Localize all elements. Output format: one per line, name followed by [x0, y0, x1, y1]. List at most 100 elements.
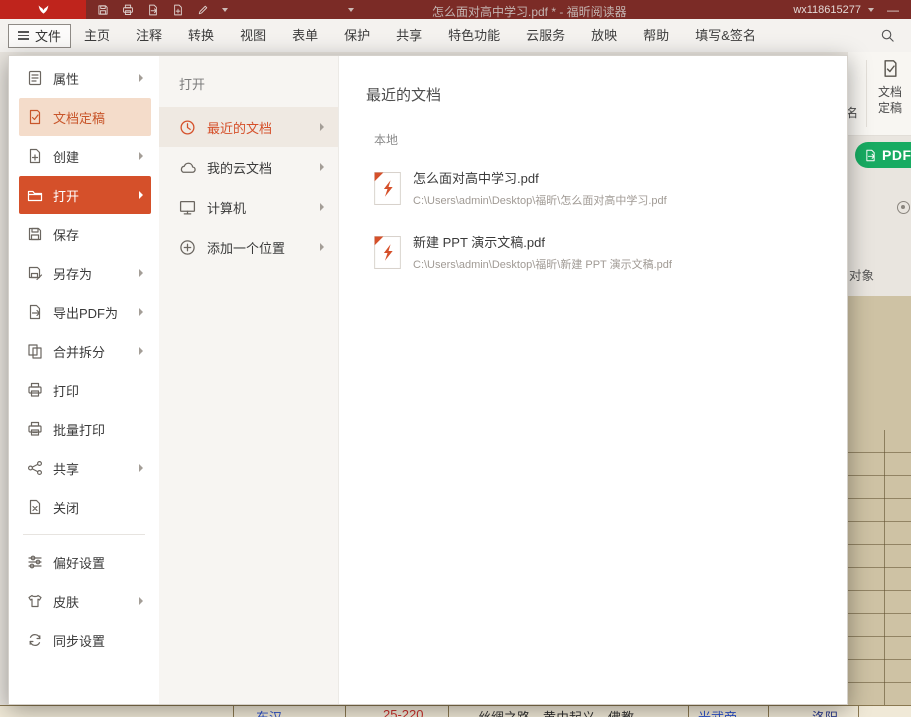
file-menu-item-close[interactable]: 关闭 — [19, 488, 151, 526]
file-menu-item-finalize[interactable]: 文档定稿 — [19, 98, 151, 136]
item-label: 保存 — [53, 225, 79, 244]
open-item-recent-documents[interactable]: 最近的文档 — [159, 107, 338, 147]
file-menu-item-properties[interactable]: 属性 — [19, 59, 151, 97]
item-label: 皮肤 — [53, 592, 79, 611]
file-menu-item-open[interactable]: 打开 — [19, 176, 151, 214]
document-table-vline — [884, 430, 885, 705]
file-menu-item-save-as[interactable]: 另存为 — [19, 254, 151, 292]
quick-access-toolbar — [97, 4, 228, 16]
document-table-lines — [848, 430, 911, 705]
file-menu-item-print[interactable]: 打印 — [19, 371, 151, 409]
recent-panel-title: 最近的文档 — [366, 84, 847, 105]
recent-documents-panel: 最近的文档 本地 怎么面对高中学习.pdf C:\Users\admin\Des… — [339, 56, 847, 704]
create-doc-icon[interactable] — [172, 4, 184, 16]
plus-circle-icon — [179, 239, 196, 256]
folder-open-icon — [27, 187, 43, 203]
export-icon[interactable] — [147, 4, 159, 16]
pdf-file-icon — [374, 236, 401, 269]
tab-cloud-service[interactable]: 云服务 — [513, 19, 578, 52]
tab-features[interactable]: 特色功能 — [435, 19, 513, 52]
tab-help[interactable]: 帮助 — [630, 19, 682, 52]
recent-file-row[interactable]: 新建 PPT 演示文稿.pdf C:\Users\admin\Desktop\福… — [366, 226, 847, 278]
chevron-right-icon — [320, 123, 324, 131]
search-icon[interactable] — [880, 28, 895, 43]
doc-plus-icon — [27, 148, 43, 164]
printer-icon — [27, 382, 43, 398]
item-label: 另存为 — [53, 264, 92, 283]
minimize-button[interactable]: — — [881, 3, 905, 17]
file-menu-item-create[interactable]: 创建 — [19, 137, 151, 175]
table-cell-events: 丝绸之路、黄巾起义、佛教 — [478, 707, 634, 717]
sliders-icon — [27, 554, 43, 570]
table-border — [688, 706, 689, 717]
tab-protect[interactable]: 保护 — [331, 19, 383, 52]
account-name[interactable]: wx118615277 — [793, 4, 861, 16]
file-menu-item-combine-split[interactable]: 合并拆分 — [19, 332, 151, 370]
properties-icon — [27, 70, 43, 86]
floppy-icon — [27, 226, 43, 242]
file-menu-item-export-pdf[interactable]: 导出PDF为 — [19, 293, 151, 331]
menu-separator — [23, 534, 145, 535]
ribbon-fragment: 名 文档 定稿 — [848, 52, 911, 136]
chevron-right-icon — [139, 464, 143, 472]
tab-fill-sign[interactable]: 填写&签名 — [682, 19, 769, 52]
chevron-right-icon — [139, 597, 143, 605]
object-panel-label: 对象 — [849, 265, 874, 284]
tab-convert[interactable]: 转换 — [175, 19, 227, 52]
chevron-right-icon — [139, 152, 143, 160]
file-name: 怎么面对高中学习.pdf — [413, 168, 667, 187]
tab-view[interactable]: 视图 — [227, 19, 279, 52]
table-cell-years: 25-220 — [383, 707, 423, 717]
qat-dropdown-icon[interactable] — [222, 8, 228, 12]
table-border — [858, 706, 859, 717]
item-label: 共享 — [53, 459, 79, 478]
pdf-convert-widget[interactable]: PDF — [855, 142, 911, 168]
file-backstage-menu: 属性 文档定稿 创建 打开 保存 另 — [8, 55, 848, 705]
ribbon-tab-bar: 文件 主页 注释 转换 视图 表单 保护 共享 特色功能 云服务 放映 帮助 填… — [0, 19, 911, 52]
pdf-doc-icon — [864, 149, 877, 162]
chevron-right-icon — [139, 191, 143, 199]
foxit-logo[interactable] — [0, 0, 86, 19]
ribbon-finalize-button[interactable]: 文档 定稿 — [870, 59, 910, 116]
file-menu-item-preferences[interactable]: 偏好设置 — [19, 543, 151, 581]
tab-presentation[interactable]: 放映 — [578, 19, 630, 52]
foxit-reader-window: 怎么面对高中学习.pdf * - 福昕阅读器 wx118615277 — 文件 … — [0, 0, 911, 717]
item-label: 我的云文档 — [207, 158, 272, 177]
ribbon-group-divider — [866, 60, 867, 127]
tab-share[interactable]: 共享 — [383, 19, 435, 52]
tab-form[interactable]: 表单 — [279, 19, 331, 52]
tab-home[interactable]: 主页 — [71, 19, 123, 52]
monitor-icon — [179, 199, 196, 216]
customize-toolbar-chevron-icon[interactable] — [348, 8, 354, 12]
file-menu-item-sync-settings[interactable]: 同步设置 — [19, 621, 151, 659]
sync-arrows-icon — [27, 632, 43, 648]
account-dropdown-icon[interactable] — [868, 8, 874, 12]
open-item-computer[interactable]: 计算机 — [159, 187, 338, 227]
file-menu-item-skin[interactable]: 皮肤 — [19, 582, 151, 620]
save-icon[interactable] — [97, 4, 109, 16]
file-menu-button[interactable]: 文件 — [8, 24, 71, 48]
table-cell-dynasty: 东汉 — [256, 707, 282, 717]
table-border — [345, 706, 346, 717]
item-label: 文档定稿 — [53, 108, 105, 127]
circle-dot-icon[interactable] — [897, 201, 910, 214]
file-menu-item-share[interactable]: 共享 — [19, 449, 151, 487]
open-panel-column: 打开 最近的文档 我的云文档 计算机 添加一个位置 — [159, 56, 339, 704]
sign-pen-icon[interactable] — [197, 4, 209, 16]
document-table-row: 东汉 25-220 丝绸之路、黄巾起义、佛教 光武帝 洛阳 — [0, 705, 911, 717]
finalize-label-line2: 定稿 — [870, 100, 910, 116]
table-border — [768, 706, 769, 717]
recent-file-row[interactable]: 怎么面对高中学习.pdf C:\Users\admin\Desktop\福昕\怎… — [366, 162, 847, 214]
table-border — [448, 706, 449, 717]
file-menu-item-save[interactable]: 保存 — [19, 215, 151, 253]
print-icon[interactable] — [122, 4, 134, 16]
open-item-my-cloud-documents[interactable]: 我的云文档 — [159, 147, 338, 187]
tab-comment[interactable]: 注释 — [123, 19, 175, 52]
pdf-file-icon — [374, 172, 401, 205]
file-menu-item-batch-print[interactable]: 批量打印 — [19, 410, 151, 448]
doc-arrow-icon — [27, 304, 43, 320]
chevron-right-icon — [139, 308, 143, 316]
pdf-widget-label: PDF — [882, 147, 911, 163]
open-item-add-a-place[interactable]: 添加一个位置 — [159, 227, 338, 267]
file-path: C:\Users\admin\Desktop\福昕\新建 PPT 演示文稿.pd… — [413, 256, 672, 272]
